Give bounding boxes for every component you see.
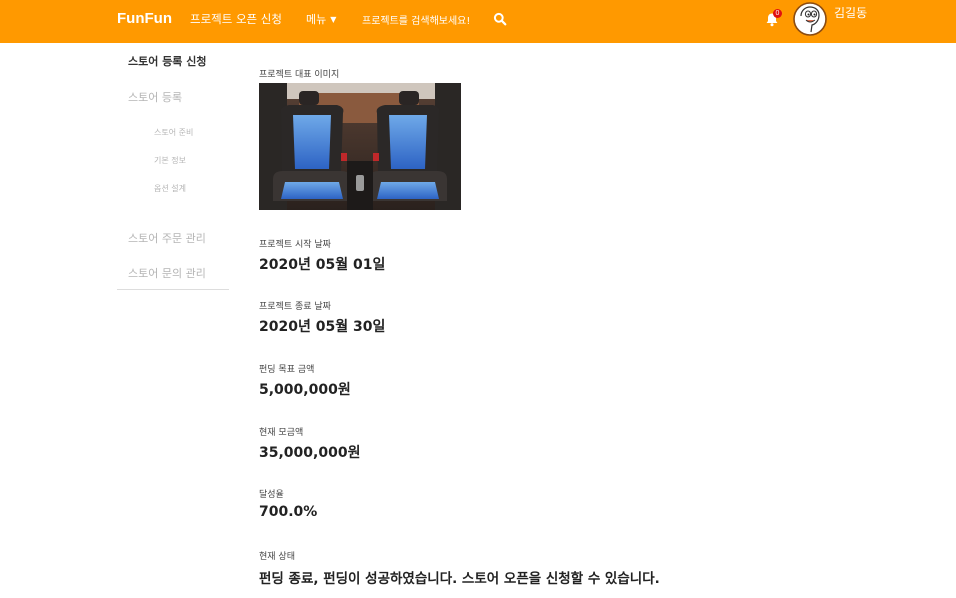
goal-amount-value: 5,000,000원	[259, 382, 351, 398]
sidebar-title: 스토어 등록 신청	[128, 55, 207, 68]
status-label: 현재 상태	[259, 552, 295, 562]
nav-menu-label: 메뉴	[306, 13, 327, 26]
achievement-rate-value: 700.0%	[259, 504, 318, 520]
user-avatar[interactable]	[793, 2, 827, 36]
goal-amount-label: 펀딩 목표 금액	[259, 365, 315, 375]
sidebar-item-store-register[interactable]: 스토어 등록	[128, 89, 182, 105]
notification-count-badge: 0	[773, 9, 782, 18]
sidebar-subitem-store-prep[interactable]: 스토어 준비	[154, 127, 193, 138]
achievement-rate-label: 달성율	[259, 490, 284, 500]
user-name[interactable]: 김길동	[834, 4, 867, 21]
start-date-value: 2020년 05월 01일	[259, 257, 386, 273]
sidebar-item-inquiry-management[interactable]: 스토어 문의 관리	[128, 265, 206, 281]
end-date-label: 프로젝트 종료 날짜	[259, 302, 331, 312]
image-label: 프로젝트 대표 이미지	[259, 70, 340, 80]
search-icon[interactable]	[493, 12, 507, 26]
start-date-label: 프로젝트 시작 날짜	[259, 240, 331, 250]
raised-amount-value: 35,000,000원	[259, 445, 361, 461]
search-input[interactable]: 프로젝트를 검색해보세요!	[362, 12, 470, 27]
brand-logo[interactable]: FunFun	[117, 10, 172, 27]
raised-amount-label: 현재 모금액	[259, 428, 304, 438]
nav-menu-dropdown[interactable]: 메뉴 ▼	[306, 11, 336, 27]
sidebar-subitem-option-design[interactable]: 옵션 설계	[154, 183, 186, 194]
sidebar-divider	[117, 289, 229, 290]
end-date-value: 2020년 05월 30일	[259, 319, 386, 335]
status-value: 펀딩 종료, 펀딩이 성공하였습니다. 스토어 오픈을 신청할 수 있습니다.	[259, 571, 660, 587]
top-navbar: FunFun 프로젝트 오픈 신청 메뉴 ▼ 프로젝트를 검색해보세요! 0 김길…	[0, 0, 956, 43]
sidebar-subitem-basic-info[interactable]: 기본 정보	[154, 155, 186, 166]
nav-open-project-link[interactable]: 프로젝트 오픈 신청	[190, 11, 282, 27]
sidebar-item-order-management[interactable]: 스토어 주문 관리	[128, 230, 206, 246]
project-image	[259, 83, 461, 210]
caret-down-icon: ▼	[330, 15, 337, 24]
